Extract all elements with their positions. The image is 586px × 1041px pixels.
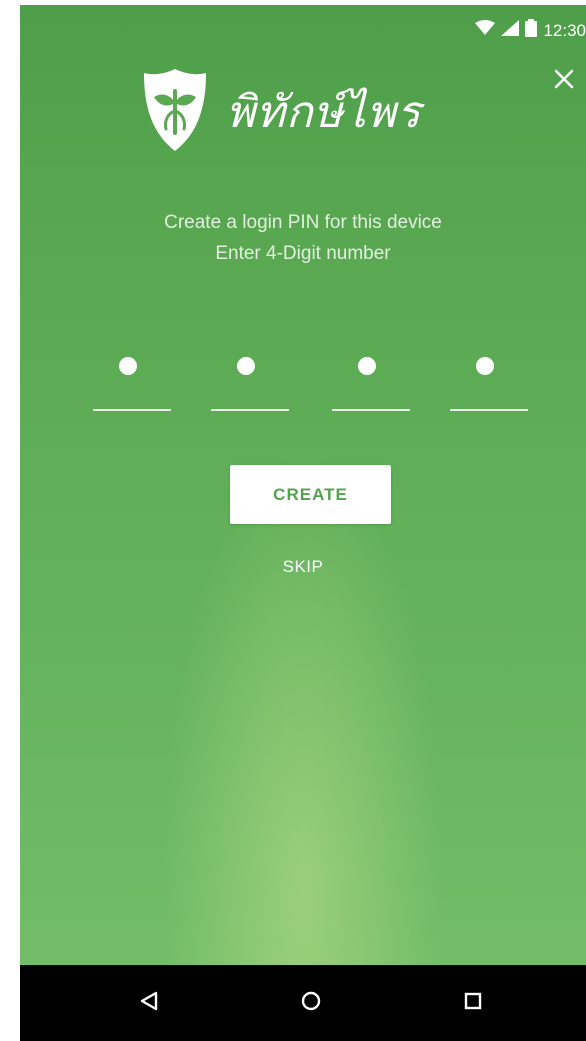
pin-underline bbox=[211, 409, 289, 411]
signal-icon bbox=[501, 20, 520, 41]
back-icon bbox=[138, 990, 160, 1017]
status-bar: 12:30 bbox=[20, 5, 586, 51]
pin-dot bbox=[119, 357, 137, 375]
pin-underline bbox=[93, 409, 171, 411]
pin-instructions: Create a login PIN for this device Enter… bbox=[20, 207, 586, 269]
instruction-line-1: Create a login PIN for this device bbox=[164, 212, 442, 233]
pin-dot bbox=[237, 357, 255, 375]
instruction-line-2: Enter 4-Digit number bbox=[215, 243, 391, 264]
back-button[interactable] bbox=[133, 987, 165, 1019]
pin-dot bbox=[476, 357, 494, 375]
pin-digit-4[interactable] bbox=[450, 349, 528, 411]
device-frame: 12:30 พิทักษ์ไพร Create a login PIN for … bbox=[20, 5, 586, 1041]
skip-button[interactable]: SKIP bbox=[20, 557, 586, 577]
pin-dot bbox=[358, 357, 376, 375]
recents-button[interactable] bbox=[457, 987, 489, 1019]
status-time: 12:30 bbox=[543, 20, 586, 40]
close-icon bbox=[554, 69, 574, 94]
pin-digit-1[interactable] bbox=[93, 349, 171, 411]
status-icons: 12:30 bbox=[475, 19, 586, 42]
home-icon bbox=[300, 990, 322, 1017]
close-button[interactable] bbox=[550, 67, 578, 95]
pin-input-row[interactable] bbox=[20, 349, 586, 419]
pin-digit-2[interactable] bbox=[211, 349, 289, 411]
battery-icon bbox=[525, 19, 538, 42]
login-pin-screen: 12:30 พิทักษ์ไพร Create a login PIN for … bbox=[20, 5, 586, 965]
create-button[interactable]: CREATE bbox=[230, 465, 391, 524]
wifi-icon bbox=[475, 20, 496, 41]
app-name: พิทักษ์ไพร bbox=[226, 86, 422, 138]
app-logo: พิทักษ์ไพร bbox=[142, 67, 421, 158]
pin-digit-3[interactable] bbox=[332, 349, 410, 411]
recents-icon bbox=[462, 990, 484, 1017]
pin-underline bbox=[332, 409, 410, 411]
system-nav-bar bbox=[20, 965, 586, 1041]
home-button[interactable] bbox=[295, 987, 327, 1019]
shield-leaf-icon bbox=[142, 67, 208, 158]
pin-underline bbox=[450, 409, 528, 411]
